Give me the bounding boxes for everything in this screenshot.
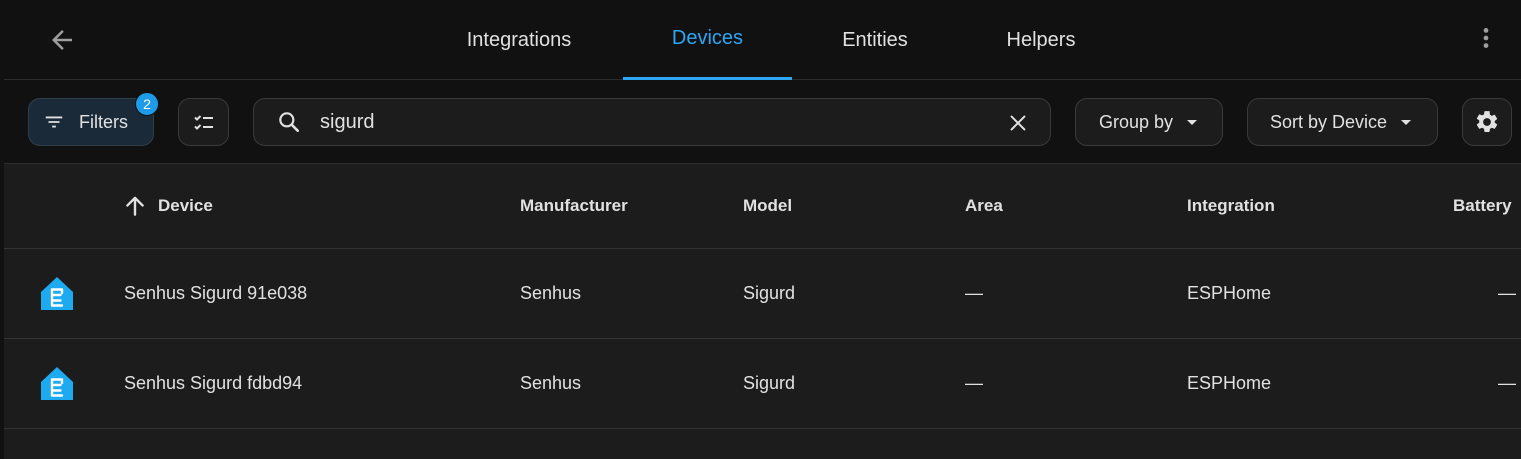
tab-label: Devices	[671, 26, 744, 49]
model-cell: Sigurd	[743, 283, 796, 303]
column-label: Model	[743, 196, 793, 215]
device-name: Senhus Sigurd fdbd94	[124, 373, 303, 393]
column-label: Manufacturer	[520, 196, 628, 215]
top-app-bar: Integrations Devices Entities Helpers	[4, 0, 1521, 80]
filter-count-badge: 2	[135, 92, 159, 116]
column-header-battery[interactable]: Battery	[1453, 164, 1512, 248]
integration-cell: ESPHome	[1187, 373, 1272, 393]
column-label: Area	[965, 196, 1003, 215]
integration-cell: ESPHome	[1187, 283, 1272, 303]
chevron-down-icon	[1187, 119, 1198, 125]
area-cell: —	[965, 283, 983, 303]
model-cell: Sigurd	[743, 373, 796, 393]
back-button[interactable]	[42, 20, 82, 60]
column-label: Device	[158, 196, 213, 215]
column-label: Integration	[1187, 196, 1275, 215]
esphome-icon	[41, 367, 73, 400]
table-settings-button[interactable]	[1462, 98, 1512, 146]
manufacturer-cell: Senhus	[520, 373, 582, 393]
sort-by-button[interactable]: Sort by Device	[1247, 98, 1438, 146]
tab-label: Helpers	[1006, 28, 1076, 51]
tab-entities[interactable]: Entities	[792, 0, 958, 80]
arrow-left-icon	[52, 30, 72, 50]
checklist-icon	[193, 115, 213, 130]
search-input[interactable]: sigurd	[320, 111, 374, 134]
dots-vertical-icon	[1483, 28, 1489, 48]
tab-integrations[interactable]: Integrations	[435, 0, 603, 80]
group-by-button[interactable]: Group by	[1075, 98, 1223, 146]
battery-cell: —	[1498, 283, 1516, 303]
column-label: Battery	[1453, 196, 1512, 215]
filter-lines-icon	[45, 116, 63, 128]
selection-mode-button[interactable]	[178, 98, 229, 146]
device-name: Senhus Sigurd 91e038	[124, 283, 308, 303]
tab-label: Entities	[842, 28, 908, 51]
clear-search-button[interactable]	[1006, 111, 1030, 135]
close-icon	[1010, 115, 1026, 131]
search-field[interactable]: sigurd	[253, 98, 1051, 146]
column-header-device[interactable]: Device	[122, 164, 213, 248]
magnify-icon	[279, 112, 299, 132]
tab-label: Integrations	[466, 28, 572, 51]
table-row[interactable]: Senhus Sigurd fdbd94 Senhus Sigurd — ESP…	[4, 339, 1521, 429]
esphome-icon	[41, 277, 73, 310]
cog-icon	[1476, 111, 1498, 132]
column-header-area[interactable]: Area	[965, 164, 1003, 248]
arrow-up-icon	[126, 196, 144, 216]
filters-label: Filters	[79, 111, 128, 132]
table-header: Device Manufacturer Model Area Integrati…	[4, 164, 1521, 249]
column-header-integration[interactable]: Integration	[1187, 164, 1275, 248]
group-by-label: Group by	[1099, 111, 1174, 132]
tab-devices[interactable]: Devices	[623, 0, 792, 80]
area-cell: —	[965, 373, 983, 393]
tab-helpers[interactable]: Helpers	[958, 0, 1124, 80]
table-row[interactable]: Senhus Sigurd 91e038 Senhus Sigurd — ESP…	[4, 249, 1521, 339]
column-header-model[interactable]: Model	[743, 164, 792, 248]
battery-cell: —	[1498, 373, 1516, 393]
search-toolbar: Filters 2 sigurd Group by Sort by Device	[4, 80, 1521, 164]
chevron-down-icon	[1401, 119, 1412, 125]
manufacturer-cell: Senhus	[520, 283, 582, 303]
overflow-menu-button[interactable]	[1466, 18, 1506, 58]
column-header-manufacturer[interactable]: Manufacturer	[520, 164, 628, 248]
sort-by-label: Sort by Device	[1270, 111, 1388, 132]
